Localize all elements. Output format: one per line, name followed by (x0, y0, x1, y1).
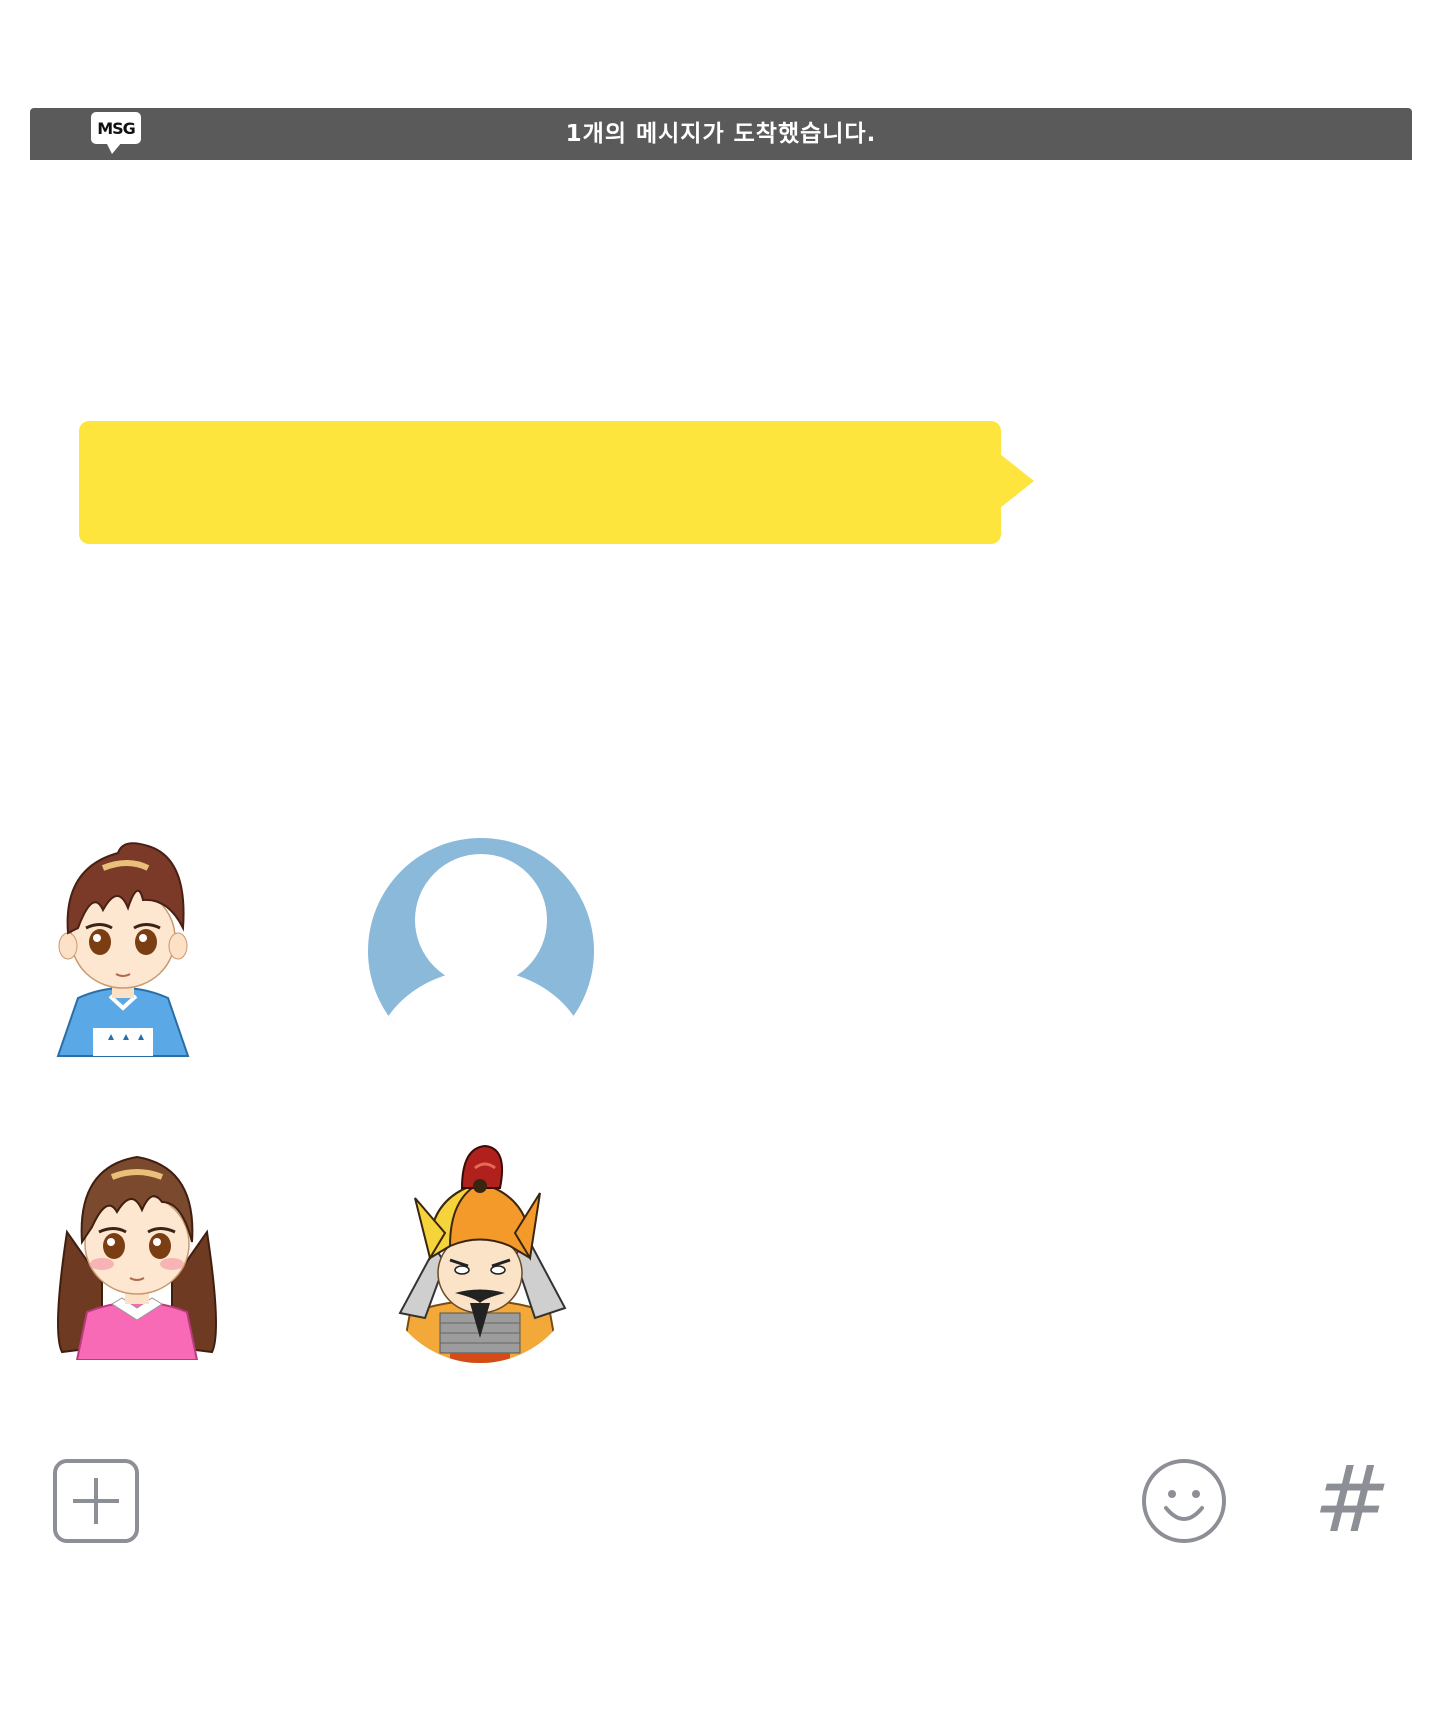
chat-bubble-tail (1000, 454, 1034, 508)
girl-avatar[interactable] (52, 1132, 222, 1360)
girl-character-icon (57, 1155, 217, 1360)
hashtag-button[interactable]: # (1312, 1454, 1392, 1546)
add-button[interactable] (52, 1458, 140, 1549)
notification-bar[interactable]: MSG 1개의 메시지가 도착했습니다. (30, 108, 1412, 160)
default-profile-avatar[interactable] (368, 838, 594, 1024)
boy-character-icon (56, 842, 190, 1057)
emoji-button[interactable] (1141, 1458, 1227, 1549)
chat-screen: MSG 1개의 메시지가 도착했습니다. # (0, 0, 1440, 1710)
person-silhouette-icon (368, 838, 594, 1024)
warrior-character-icon (398, 1144, 567, 1363)
notification-message: 1개의 메시지가 도착했습니다. (565, 121, 877, 147)
smiley-icon (1142, 1459, 1226, 1543)
chat-bubble[interactable] (79, 421, 1001, 544)
plus-square-icon (53, 1459, 139, 1543)
boy-avatar[interactable] (48, 828, 198, 1058)
general-avatar[interactable] (390, 1138, 570, 1368)
